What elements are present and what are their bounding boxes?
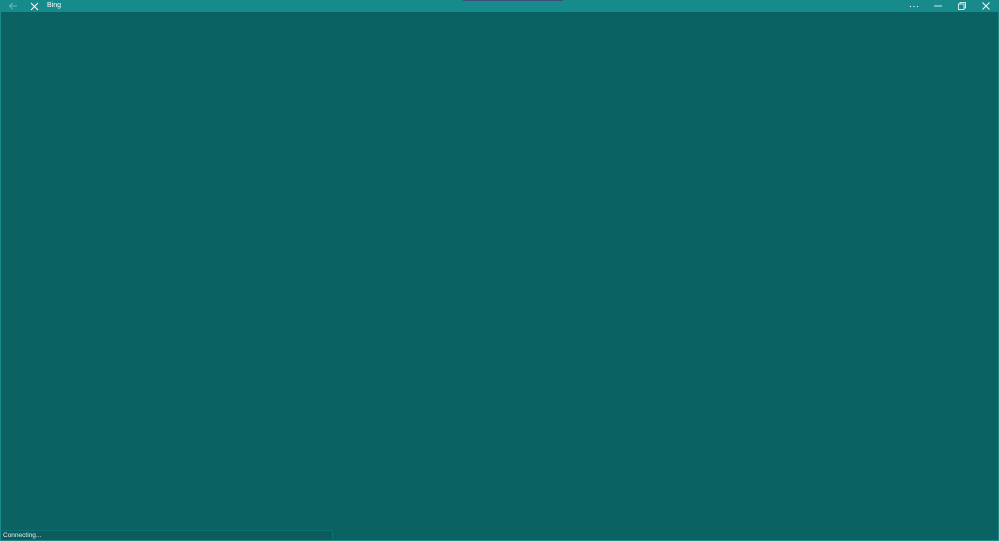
close-x-icon [30, 2, 39, 11]
window-controls [902, 0, 998, 12]
status-bar: Connecting... [1, 530, 333, 540]
web-content-area[interactable] [1, 12, 998, 540]
back-button[interactable] [1, 0, 25, 12]
minimize-button[interactable] [926, 0, 950, 12]
minimize-icon [934, 5, 942, 7]
loading-indicator [463, 0, 563, 1]
arrow-left-icon [8, 2, 18, 10]
title-bar: Bing [1, 0, 998, 12]
restore-icon [958, 2, 966, 10]
close-icon [982, 2, 990, 10]
status-text: Connecting... [3, 532, 42, 539]
stop-loading-button[interactable] [25, 0, 43, 12]
ellipsis-icon [909, 5, 919, 8]
restore-button[interactable] [950, 0, 974, 12]
close-button[interactable] [974, 0, 998, 12]
app-window: Bing Connecting... [0, 0, 999, 541]
window-title: Bing [47, 2, 62, 9]
more-options-button[interactable] [902, 0, 926, 12]
